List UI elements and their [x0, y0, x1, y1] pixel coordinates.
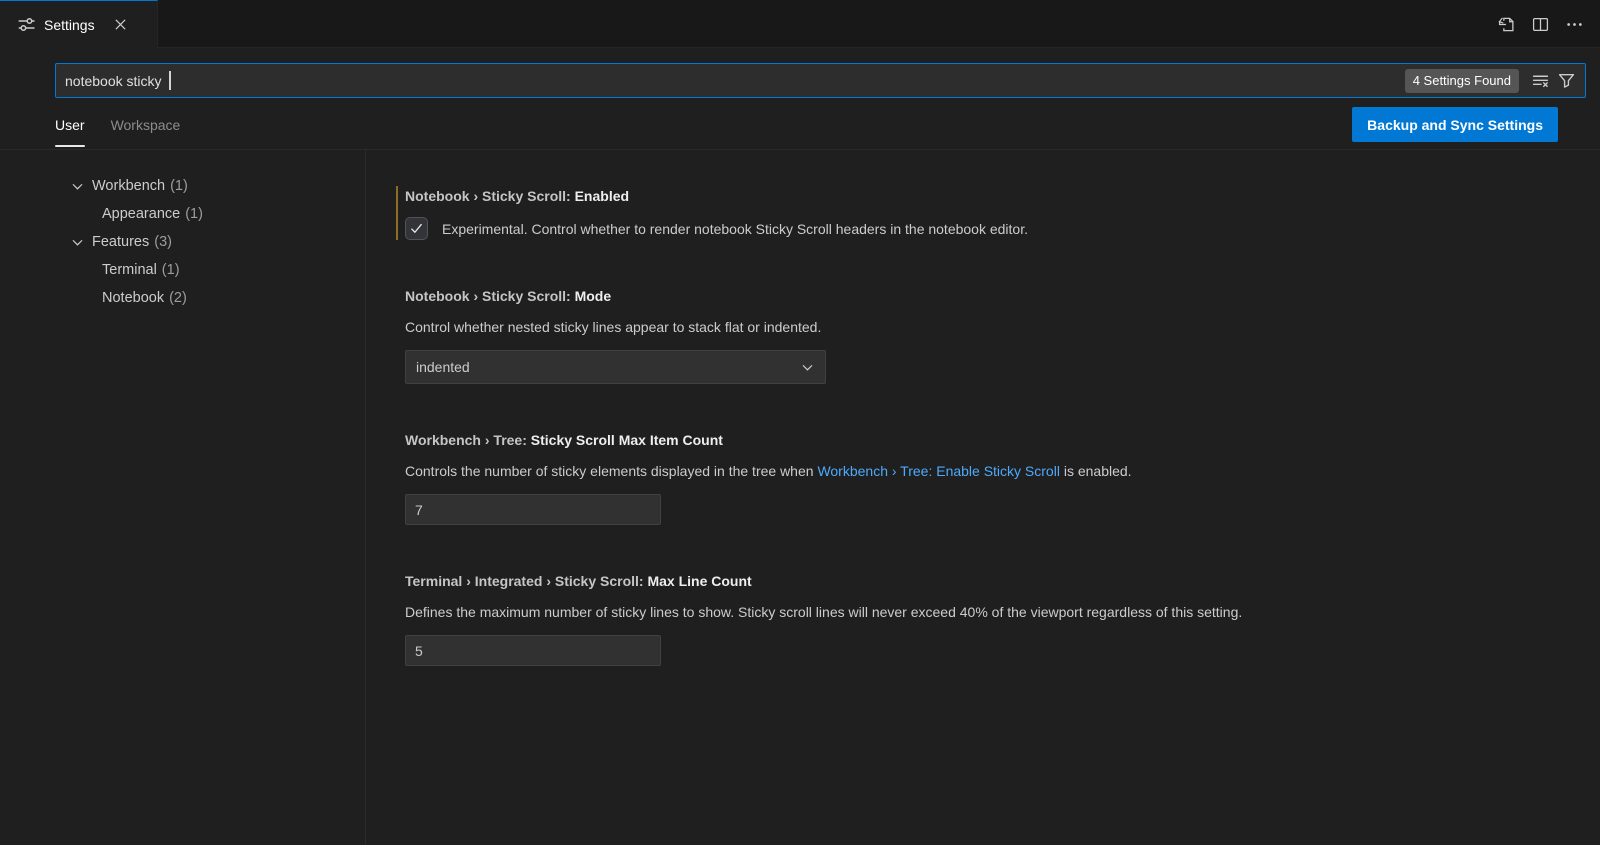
dropdown-selected-value: indented [416, 359, 800, 375]
toc-item-appearance[interactable]: Appearance (1) [0, 200, 365, 228]
open-settings-json-icon[interactable] [1494, 12, 1518, 36]
close-icon[interactable] [110, 14, 132, 36]
mode-dropdown[interactable]: indented [405, 350, 826, 384]
setting-description: Controls the number of sticky elements d… [405, 461, 1556, 481]
settings-search-row: notebook sticky 4 Settings Found [0, 48, 1600, 100]
setting-description: Control whether nested sticky lines appe… [405, 317, 1556, 337]
setting-description: Defines the maximum number of sticky lin… [405, 602, 1556, 622]
settings-toc-tree: Workbench (1) Appearance (1) Features (3… [0, 150, 366, 845]
settings-header-row: User Workspace Backup and Sync Settings [0, 100, 1600, 150]
more-actions-icon[interactable] [1562, 12, 1586, 36]
toc-item-features[interactable]: Features (3) [0, 228, 365, 256]
setting-link-enable-sticky-scroll[interactable]: Workbench › Tree: Enable Sticky Scroll [817, 463, 1060, 479]
tab-workspace[interactable]: Workspace [111, 100, 181, 149]
tab-settings[interactable]: Settings [0, 0, 158, 48]
filter-icon[interactable] [1553, 68, 1579, 94]
split-editor-icon[interactable] [1528, 12, 1552, 36]
checkbox-enabled[interactable] [405, 217, 428, 240]
tab-user-label: User [55, 117, 85, 133]
settings-editor-window: Settings [0, 0, 1600, 845]
search-query-text: notebook sticky [65, 73, 165, 89]
tab-title: Settings [44, 17, 95, 33]
toc-item-notebook[interactable]: Notebook (2) [0, 284, 365, 312]
toc-item-terminal[interactable]: Terminal (1) [0, 256, 365, 284]
chevron-down-icon[interactable] [70, 235, 92, 250]
settings-content: Workbench (1) Appearance (1) Features (3… [0, 150, 1600, 845]
max-line-count-input[interactable] [405, 635, 661, 666]
settings-search-input[interactable]: notebook sticky 4 Settings Found [55, 63, 1586, 98]
setting-description: Experimental. Control whether to render … [442, 219, 1028, 239]
setting-title: Workbench › Tree: Sticky Scroll Max Item… [405, 430, 1556, 450]
setting-title: Notebook › Sticky Scroll: Enabled [405, 186, 1556, 206]
setting-notebook-sticky-scroll-mode: Notebook › Sticky Scroll: Mode Control w… [396, 286, 1556, 384]
chevron-down-icon[interactable] [70, 179, 92, 194]
settings-list: Notebook › Sticky Scroll: Enabled Experi… [366, 150, 1600, 845]
setting-tree-sticky-scroll-max-item-count: Workbench › Tree: Sticky Scroll Max Item… [396, 430, 1556, 525]
toc-item-workbench[interactable]: Workbench (1) [0, 172, 365, 200]
checkmark-icon [409, 221, 424, 236]
setting-notebook-sticky-scroll-enabled: Notebook › Sticky Scroll: Enabled Experi… [396, 186, 1556, 240]
settings-sliders-icon [18, 16, 35, 33]
setting-title: Notebook › Sticky Scroll: Mode [405, 286, 1556, 306]
setting-terminal-sticky-scroll-max-line-count: Terminal › Integrated › Sticky Scroll: M… [396, 571, 1556, 666]
editor-actions [1494, 0, 1600, 48]
tab-workspace-label: Workspace [111, 117, 181, 133]
clear-filter-icon[interactable] [1527, 68, 1553, 94]
settings-count-badge: 4 Settings Found [1405, 69, 1519, 93]
editor-tab-bar: Settings [0, 0, 1600, 48]
text-caret [169, 71, 171, 90]
scope-tabs: User Workspace [55, 100, 180, 149]
setting-title: Terminal › Integrated › Sticky Scroll: M… [405, 571, 1556, 591]
max-item-count-input[interactable] [405, 494, 661, 525]
tab-user[interactable]: User [55, 100, 85, 149]
backup-sync-settings-button[interactable]: Backup and Sync Settings [1352, 107, 1558, 142]
chevron-down-icon [800, 360, 815, 375]
